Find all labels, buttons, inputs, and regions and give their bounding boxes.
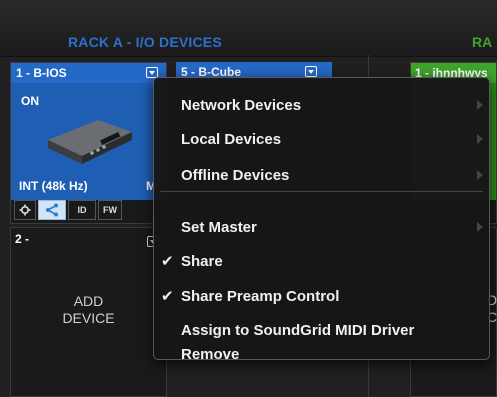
- menu-item-label: Remove: [181, 346, 240, 363]
- menu-item-assign-midi-driver[interactable]: Assign to SoundGrid MIDI Driver: [154, 315, 489, 345]
- rack-header-bar: RACK A - I/O DEVICES RA: [0, 0, 497, 57]
- menu-item-label: Offline Devices: [181, 167, 290, 184]
- menu-item-share-preamp-control[interactable]: ✔ Share Preamp Control: [154, 281, 489, 311]
- slot-1-state: ON: [21, 94, 39, 108]
- submenu-arrow-icon: [477, 100, 483, 110]
- identify-button[interactable]: ID: [68, 200, 96, 220]
- menu-item-remove[interactable]: Remove: [154, 346, 489, 363]
- settings-button[interactable]: [14, 200, 36, 220]
- slot-1-header[interactable]: 1 - B-IOS: [11, 63, 166, 83]
- add-device-line-1: ADD: [73, 293, 104, 309]
- slot-1-name: 1 - B-IOS: [16, 66, 67, 80]
- firmware-button[interactable]: FW: [98, 200, 122, 220]
- menu-item-share[interactable]: ✔ Share: [154, 246, 489, 276]
- slot-5-dropdown-arrow-icon[interactable]: [305, 66, 317, 77]
- share-button[interactable]: [38, 200, 66, 220]
- menu-item-set-master[interactable]: Set Master: [154, 212, 489, 242]
- menu-item-label: Local Devices: [181, 131, 282, 148]
- device-slot-2[interactable]: 2 - ADD DEVICE: [10, 227, 167, 397]
- slot-2-number: 2 -: [15, 232, 30, 246]
- menu-item-label: Share: [181, 253, 223, 270]
- checkmark-icon: ✔: [161, 288, 174, 305]
- slot-1-button-bar: ID FW: [14, 200, 164, 220]
- menu-item-offline-devices[interactable]: Offline Devices: [154, 160, 489, 190]
- soundgrid-inventory-window: RACK A - I/O DEVICES RA 1 - B-IOS ON INT…: [0, 0, 497, 397]
- share-icon: [46, 203, 58, 217]
- checkmark-icon: ✔: [161, 253, 174, 270]
- menu-item-local-devices[interactable]: Local Devices: [154, 124, 489, 154]
- rack-a-title: RACK A - I/O DEVICES: [68, 34, 222, 50]
- submenu-arrow-icon: [477, 170, 483, 180]
- menu-item-label: Share Preamp Control: [181, 288, 340, 305]
- device-hardware-image: [40, 110, 136, 168]
- add-device-label[interactable]: ADD DEVICE: [11, 293, 166, 327]
- slot-1-clock-rate: INT (48k Hz): [19, 179, 88, 193]
- add-device-line-2: DEVICE: [62, 310, 115, 326]
- menu-item-label: Network Devices: [181, 97, 302, 114]
- menu-item-label: Set Master: [181, 219, 257, 236]
- gear-icon: [19, 204, 31, 216]
- submenu-arrow-icon: [477, 134, 483, 144]
- rack-b-title: RA: [472, 34, 493, 50]
- menu-separator: [160, 191, 483, 192]
- menu-item-label: Assign to SoundGrid MIDI Driver: [181, 322, 415, 339]
- submenu-arrow-icon: [477, 222, 483, 232]
- menu-item-network-devices[interactable]: Network Devices: [154, 90, 489, 120]
- device-context-menu: Network Devices Local Devices Offline De…: [153, 77, 490, 363]
